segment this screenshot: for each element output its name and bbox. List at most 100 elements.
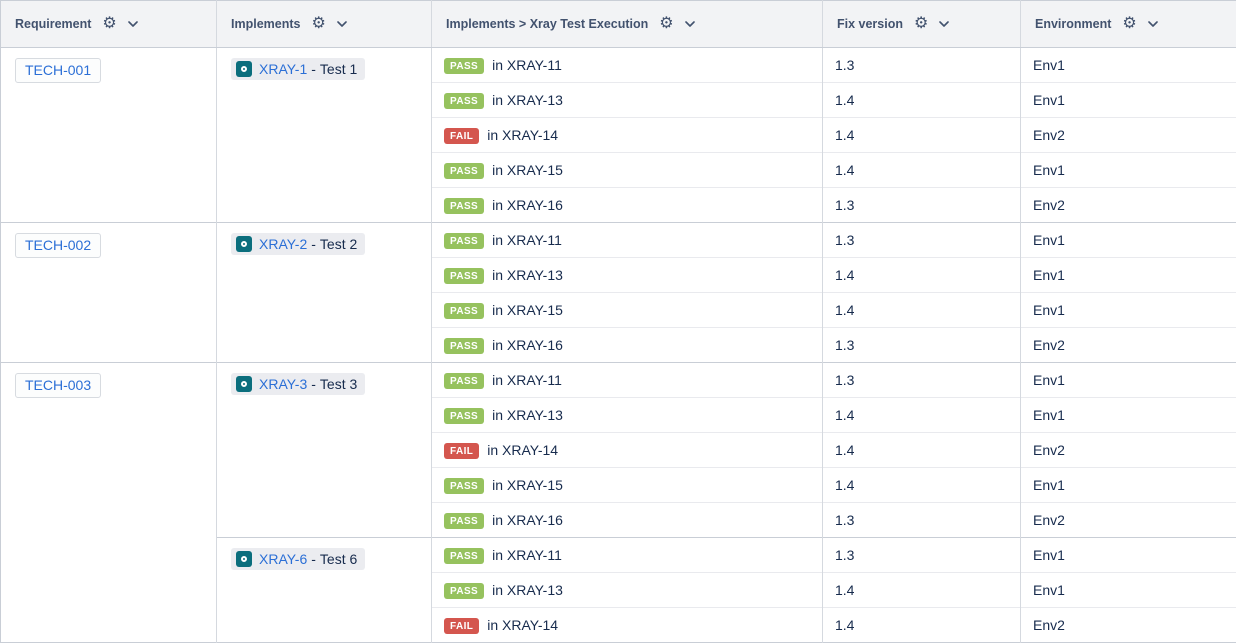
xray-test-icon bbox=[236, 376, 252, 392]
test-link[interactable]: XRAY-2-Test 2 bbox=[231, 233, 365, 255]
execution-status-cell: PASSin XRAY-16 bbox=[432, 503, 823, 538]
requirement-link[interactable]: TECH-001 bbox=[15, 58, 101, 83]
column-header-environment[interactable]: Environment ⚙ bbox=[1021, 1, 1236, 48]
column-label: Environment bbox=[1035, 17, 1111, 31]
fix-version-cell: 1.4 bbox=[823, 468, 1021, 503]
requirement-link[interactable]: TECH-002 bbox=[15, 233, 101, 258]
test-cell: XRAY-2-Test 2 bbox=[217, 223, 432, 363]
xray-test-icon bbox=[236, 61, 252, 77]
fix-version-cell: 1.4 bbox=[823, 293, 1021, 328]
execution-run-link[interactable]: in XRAY-11 bbox=[492, 372, 562, 388]
test-icon-ring bbox=[241, 381, 247, 387]
status-badge: PASS bbox=[444, 338, 484, 354]
chevron-down-icon[interactable] bbox=[1148, 21, 1158, 27]
requirement-cell: TECH-002 bbox=[1, 223, 217, 363]
execution-status-cell: PASS in XRAY-16 bbox=[432, 328, 823, 363]
chevron-down-icon[interactable] bbox=[939, 21, 949, 27]
gear-icon[interactable]: ⚙ bbox=[659, 16, 673, 32]
execution-status-cell: PASSin XRAY-13 bbox=[432, 573, 823, 608]
execution-run-link[interactable]: in XRAY-13 bbox=[492, 267, 563, 283]
execution-run-link[interactable]: in XRAY-13 bbox=[492, 92, 563, 108]
fix-version-cell: 1.4 bbox=[823, 433, 1021, 468]
table-body: TECH-001XRAY-1-Test 1PASSin XRAY-111.3En… bbox=[1, 48, 1236, 643]
test-key-link[interactable]: XRAY-3 bbox=[259, 376, 307, 392]
execution-status-cell: PASS in XRAY-15 bbox=[432, 153, 823, 188]
chevron-down-icon[interactable] bbox=[337, 21, 347, 27]
fix-version-cell: 1.3 bbox=[823, 363, 1021, 398]
test-cell: XRAY-1-Test 1 bbox=[217, 48, 432, 223]
traceability-table: Requirement ⚙ Implements ⚙ Implements > … bbox=[0, 0, 1236, 643]
execution-run-link[interactable]: in XRAY-15 bbox=[492, 302, 563, 318]
status-badge: FAIL bbox=[444, 443, 479, 459]
execution-run-link[interactable]: in XRAY-14 bbox=[487, 127, 558, 143]
execution-run-link[interactable]: in XRAY-11 bbox=[492, 57, 562, 73]
test-key-link[interactable]: XRAY-1 bbox=[259, 61, 307, 77]
execution-run-link[interactable]: in XRAY-11 bbox=[492, 232, 562, 248]
execution-run-link[interactable]: in XRAY-15 bbox=[492, 162, 563, 178]
fix-version-cell: 1.4 bbox=[823, 573, 1021, 608]
fix-version-cell: 1.3 bbox=[823, 223, 1021, 258]
requirement-cell: TECH-001 bbox=[1, 48, 217, 223]
test-name: Test 3 bbox=[320, 376, 357, 392]
status-badge: PASS bbox=[444, 408, 484, 424]
execution-run-link[interactable]: in XRAY-14 bbox=[487, 617, 558, 633]
column-label: Requirement bbox=[15, 17, 91, 31]
test-link[interactable]: XRAY-1-Test 1 bbox=[231, 58, 365, 80]
fix-version-cell: 1.3 bbox=[823, 328, 1021, 363]
test-icon-ring bbox=[241, 241, 247, 247]
execution-row: TECH-002XRAY-2-Test 2PASSin XRAY-111.3En… bbox=[1, 223, 1236, 258]
test-dash: - bbox=[311, 376, 316, 392]
environment-cell: Env1 bbox=[1021, 573, 1236, 608]
requirement-link[interactable]: TECH-003 bbox=[15, 373, 101, 398]
test-name: Test 2 bbox=[320, 236, 357, 252]
test-link[interactable]: XRAY-3-Test 3 bbox=[231, 373, 365, 395]
environment-cell: Env2 bbox=[1021, 328, 1236, 363]
test-name: Test 1 bbox=[320, 61, 357, 77]
chevron-down-icon[interactable] bbox=[128, 21, 138, 27]
column-header-requirement[interactable]: Requirement ⚙ bbox=[1, 1, 217, 48]
gear-icon[interactable]: ⚙ bbox=[914, 16, 928, 32]
column-header-implements[interactable]: Implements ⚙ bbox=[217, 1, 432, 48]
test-dash: - bbox=[311, 236, 316, 252]
chevron-down-icon[interactable] bbox=[685, 21, 695, 27]
gear-icon[interactable]: ⚙ bbox=[102, 16, 116, 32]
test-key-link[interactable]: XRAY-6 bbox=[259, 551, 307, 567]
execution-run-link[interactable]: in XRAY-13 bbox=[492, 407, 563, 423]
status-badge: PASS bbox=[444, 93, 484, 109]
execution-run-link[interactable]: in XRAY-11 bbox=[492, 547, 562, 563]
environment-cell: Env2 bbox=[1021, 118, 1236, 153]
test-dash: - bbox=[311, 61, 316, 77]
status-badge: PASS bbox=[444, 163, 484, 179]
execution-status-cell: FAIL in XRAY-14 bbox=[432, 118, 823, 153]
status-badge: FAIL bbox=[444, 618, 479, 634]
gear-icon[interactable]: ⚙ bbox=[311, 16, 325, 32]
requirement-cell: TECH-003 bbox=[1, 363, 217, 643]
column-header-test-execution[interactable]: Implements > Xray Test Execution ⚙ bbox=[432, 1, 823, 48]
execution-status-cell: PASSin XRAY-11 bbox=[432, 538, 823, 573]
environment-cell: Env1 bbox=[1021, 153, 1236, 188]
environment-cell: Env2 bbox=[1021, 503, 1236, 538]
column-header-fix-version[interactable]: Fix version ⚙ bbox=[823, 1, 1021, 48]
test-cell: XRAY-6-Test 6 bbox=[217, 538, 432, 643]
environment-cell: Env2 bbox=[1021, 188, 1236, 223]
xray-test-icon bbox=[236, 551, 252, 567]
execution-run-link[interactable]: in XRAY-14 bbox=[487, 442, 558, 458]
test-name: Test 6 bbox=[320, 551, 357, 567]
test-key-link[interactable]: XRAY-2 bbox=[259, 236, 307, 252]
execution-run-link[interactable]: in XRAY-13 bbox=[492, 582, 563, 598]
execution-status-cell: PASSin XRAY-15 bbox=[432, 293, 823, 328]
execution-run-link[interactable]: in XRAY-16 bbox=[492, 337, 563, 353]
execution-status-cell: FAIL in XRAY-14 bbox=[432, 608, 823, 643]
fix-version-cell: 1.4 bbox=[823, 153, 1021, 188]
execution-run-link[interactable]: in XRAY-15 bbox=[492, 477, 563, 493]
gear-icon[interactable]: ⚙ bbox=[1122, 16, 1136, 32]
test-link[interactable]: XRAY-6-Test 6 bbox=[231, 548, 365, 570]
environment-cell: Env1 bbox=[1021, 468, 1236, 503]
execution-status-cell: PASSin XRAY-15 bbox=[432, 468, 823, 503]
execution-status-cell: PASSin XRAY-16 bbox=[432, 188, 823, 223]
execution-run-link[interactable]: in XRAY-16 bbox=[492, 197, 563, 213]
status-badge: FAIL bbox=[444, 128, 479, 144]
status-badge: PASS bbox=[444, 233, 484, 249]
fix-version-cell: 1.3 bbox=[823, 188, 1021, 223]
execution-run-link[interactable]: in XRAY-16 bbox=[492, 512, 563, 528]
